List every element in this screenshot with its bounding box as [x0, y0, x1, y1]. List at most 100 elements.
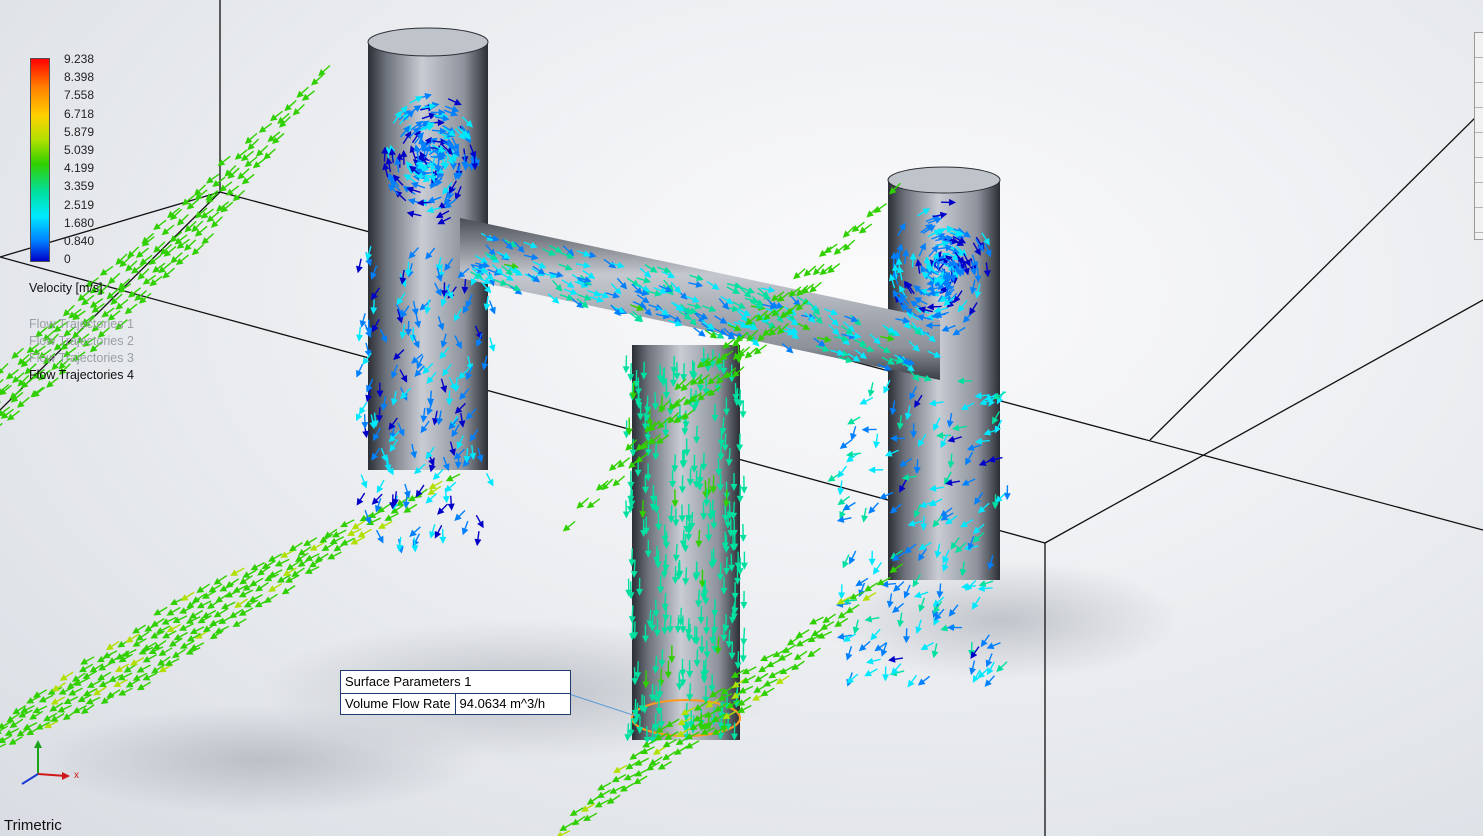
surface-parameters-row: Volume Flow Rate 94.0634 m^3/h	[341, 694, 570, 714]
velocity-arrow	[217, 155, 231, 167]
velocity-arrow	[359, 401, 368, 415]
velocity-arrow	[6, 410, 21, 421]
velocity-arrow	[181, 194, 195, 206]
velocity-arrow	[164, 658, 180, 666]
velocity-arrow	[474, 531, 482, 547]
velocity-arrow	[861, 426, 877, 434]
velocity-arrow	[356, 363, 364, 378]
triad-x-label: x	[74, 770, 79, 781]
velocity-arrow	[475, 514, 484, 529]
velocity-arrow	[437, 503, 449, 515]
parameter-value: 94.0634 m^3/h	[454, 694, 550, 714]
velocity-arrow	[739, 523, 747, 542]
toolbar-slot[interactable]	[1475, 108, 1483, 133]
velocity-arrow	[740, 475, 748, 494]
velocity-arrow	[32, 386, 46, 398]
velocity-arrow	[411, 537, 419, 553]
trajectory-item-4[interactable]: Flow Trajectories 4	[29, 367, 134, 384]
velocity-arrow	[355, 258, 363, 274]
velocity-arrow	[576, 497, 589, 509]
surface-parameters-title: Surface Parameters 1	[341, 671, 570, 694]
velocity-arrow	[1003, 485, 1011, 501]
legend-tick: 2.519	[64, 197, 95, 212]
velocity-arrow	[868, 466, 884, 474]
velocity-arrow	[241, 173, 255, 185]
legend-tick: 7.558	[64, 88, 95, 103]
toolbar-slot[interactable]	[1475, 33, 1483, 58]
velocity-arrow	[601, 478, 614, 491]
legend-tick: 5.879	[64, 124, 95, 139]
velocity-arrow	[356, 326, 364, 342]
legend-tick: 9.238	[64, 52, 95, 66]
flow-scene[interactable]	[0, 0, 1483, 836]
velocity-arrow	[917, 675, 931, 686]
velocity-arrow	[779, 665, 794, 675]
floor-shadows	[40, 560, 1180, 815]
toolbar-slot[interactable]	[1475, 158, 1483, 183]
velocity-arrow	[740, 551, 748, 570]
velocity-arrow	[868, 550, 876, 566]
velocity-arrow	[740, 591, 748, 610]
velocity-arrow	[606, 794, 621, 805]
trajectory-item-2[interactable]: Flow Trajectories 2	[29, 333, 134, 350]
velocity-arrow	[907, 674, 918, 688]
velocity-arrow	[201, 233, 214, 245]
velocity-arrow	[791, 660, 805, 671]
velocity-arrow	[252, 157, 266, 169]
velocity-arrow	[439, 528, 447, 544]
legend-tick: 0	[64, 252, 71, 267]
axis-triad-icon[interactable]: x	[14, 738, 84, 788]
velocity-arrow	[850, 426, 857, 441]
velocity-arrow	[760, 653, 775, 662]
velocity-arrow	[612, 475, 626, 487]
velocity-arrow	[356, 492, 366, 506]
velocity-arrow	[26, 695, 41, 704]
graphics-viewport[interactable]: 9.238 8.398 7.558 6.718 5.879 5.039 4.19…	[0, 0, 1483, 836]
toolbar-slot[interactable]	[1475, 183, 1483, 208]
velocity-arrow	[837, 465, 848, 479]
legend-tick: 3.359	[64, 179, 95, 194]
velocity-arrow	[136, 664, 151, 673]
velocity-arrow	[488, 337, 496, 353]
velocity-arrow	[657, 760, 672, 770]
velocity-arrow	[562, 520, 576, 532]
velocity-arrow	[864, 668, 878, 677]
velocity-arrow	[129, 656, 145, 666]
toolbar-slot[interactable]	[1475, 83, 1483, 108]
velocity-arrow	[634, 768, 649, 777]
velocity-arrow	[836, 516, 852, 523]
velocity-arrow	[124, 303, 138, 315]
velocity-arrow	[597, 782, 612, 791]
trajectory-item-1[interactable]: Flow Trajectories 1	[29, 316, 134, 333]
velocity-arrow	[444, 481, 457, 493]
toolbar-slot[interactable]	[1475, 58, 1483, 83]
legend-tick: 4.199	[64, 161, 95, 176]
velocity-arrow	[842, 239, 856, 251]
velocity-arrow	[622, 355, 630, 374]
toolbar-slot[interactable]	[1475, 133, 1483, 158]
right-toolbar[interactable]	[1474, 32, 1483, 240]
velocity-arrow	[812, 263, 825, 276]
velocity-arrow	[861, 507, 869, 523]
velocity-arrow	[662, 750, 676, 761]
velocity-arrow	[461, 520, 469, 536]
velocity-arrow	[80, 656, 95, 665]
velocity-arrow	[148, 254, 162, 265]
velocity-arrow	[50, 713, 65, 722]
velocity-arrow	[360, 474, 368, 489]
velocity-arrow	[873, 433, 881, 449]
velocity-arrow	[268, 582, 283, 592]
toolbar-slot[interactable]	[1475, 208, 1483, 233]
trajectory-item-3[interactable]: Flow Trajectories 3	[29, 350, 134, 367]
legend-tick: 6.718	[64, 106, 95, 121]
velocity-arrow	[194, 225, 208, 237]
velocity-arrow	[595, 480, 609, 491]
velocity-arrow	[196, 583, 211, 593]
legend-ticks: 9.238 8.398 7.558 6.718 5.879 5.039 4.19…	[64, 52, 94, 270]
velocity-arrow	[842, 226, 855, 238]
velocity-arrow	[376, 479, 385, 494]
surface-parameters-callout[interactable]: Surface Parameters 1 Volume Flow Rate 94…	[340, 670, 571, 715]
velocity-arrow	[141, 236, 155, 247]
velocity-arrow	[793, 650, 808, 661]
velocity-arrow	[396, 536, 404, 552]
